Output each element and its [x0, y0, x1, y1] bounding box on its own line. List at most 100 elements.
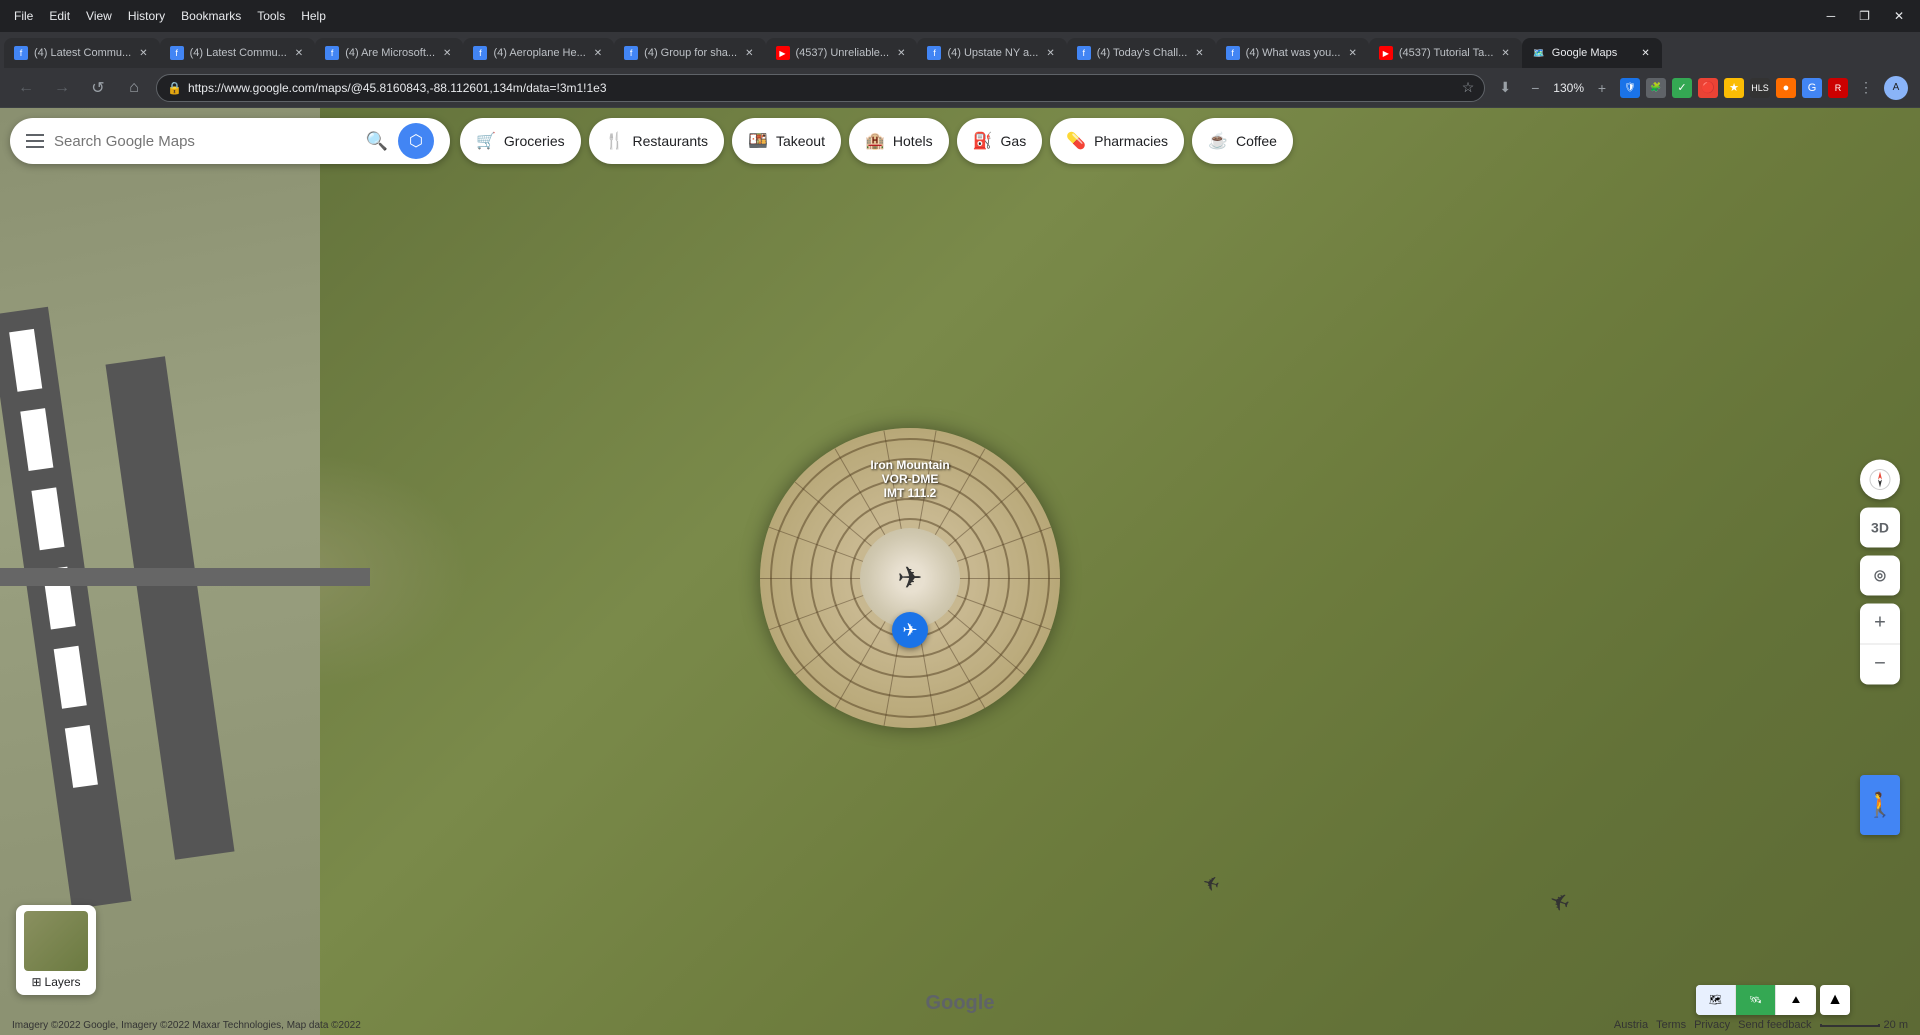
tab-8[interactable]: f (4) Today's Chall... ✕ — [1067, 38, 1216, 68]
tab-3[interactable]: f (4) Are Microsoft... ✕ — [315, 38, 463, 68]
coffee-icon: ☕ — [1208, 131, 1228, 151]
footer-privacy[interactable]: Privacy — [1694, 1019, 1730, 1031]
tab-close-9[interactable]: ✕ — [1346, 46, 1358, 61]
groceries-icon: 🛒 — [476, 131, 496, 151]
search-icon[interactable]: 🔍 — [366, 131, 388, 152]
extension-2[interactable]: 🔴 — [1698, 78, 1718, 98]
menu-bookmarks[interactable]: Bookmarks — [175, 7, 247, 25]
tab-7[interactable]: f (4) Upstate NY a... ✕ — [917, 38, 1066, 68]
layers-text: Layers — [45, 975, 81, 989]
tab-10[interactable]: ▶ (4537) Tutorial Ta... ✕ — [1369, 38, 1522, 68]
tab-close-8[interactable]: ✕ — [1193, 46, 1205, 61]
tab-title-8: (4) Today's Chall... — [1097, 47, 1188, 59]
chip-coffee[interactable]: ☕ Coffee — [1192, 118, 1293, 164]
tab-close-6[interactable]: ✕ — [895, 46, 907, 61]
download-icon[interactable]: ⬇ — [1493, 76, 1517, 100]
extension-4[interactable]: ● — [1776, 78, 1796, 98]
zoom-minus-icon[interactable]: − — [1523, 76, 1547, 100]
menu-help[interactable]: Help — [295, 7, 332, 25]
layers-button[interactable]: ⊞ Layers — [16, 905, 96, 995]
tab-close-4[interactable]: ✕ — [592, 46, 604, 61]
menu-tools[interactable]: Tools — [251, 7, 291, 25]
tab-2[interactable]: f (4) Latest Commu... ✕ — [160, 38, 316, 68]
title-bar: File Edit View History Bookmarks Tools H… — [0, 0, 1920, 32]
maximize-button[interactable]: ❐ — [1851, 7, 1878, 25]
zoom-out-button[interactable]: − — [1860, 644, 1900, 684]
minimize-button[interactable]: ─ — [1819, 7, 1844, 25]
tab-close-7[interactable]: ✕ — [1044, 46, 1056, 61]
more-options-icon[interactable]: ⋮ — [1854, 76, 1878, 100]
tab-11-maps[interactable]: 🗺️ Google Maps ✕ — [1522, 38, 1662, 68]
map-expand-button[interactable]: ▲ — [1820, 985, 1850, 1015]
tab-close-1[interactable]: ✕ — [137, 46, 149, 61]
menu-view[interactable]: View — [80, 7, 118, 25]
directions-button[interactable]: ⬡ — [398, 123, 434, 159]
search-input[interactable] — [54, 133, 356, 150]
reload-button[interactable]: ↺ — [84, 74, 112, 102]
map-type-terrain[interactable]: ⛰ — [1776, 985, 1816, 1015]
bookmark-icon[interactable]: ☆ — [1462, 79, 1475, 96]
zoom-in-button[interactable]: + — [1860, 603, 1900, 643]
extension-1[interactable]: ✓ — [1672, 78, 1692, 98]
runway-marking-2 — [20, 408, 53, 471]
compass-button[interactable] — [1860, 459, 1900, 499]
tab-close-3[interactable]: ✕ — [441, 46, 453, 61]
chip-takeout[interactable]: 🍱 Takeout — [732, 118, 841, 164]
vor-pin[interactable]: ✈ — [892, 612, 928, 648]
tab-close-5[interactable]: ✕ — [743, 46, 755, 61]
tab-favicon-2: f — [170, 46, 184, 60]
tab-title-7: (4) Upstate NY a... — [947, 47, 1038, 59]
chip-coffee-label: Coffee — [1236, 133, 1277, 149]
extension-3[interactable]: ★ — [1724, 78, 1744, 98]
tab-close-11[interactable]: ✕ — [1639, 46, 1651, 61]
layers-card[interactable]: ⊞ Layers — [16, 905, 96, 995]
tab-favicon-1: f — [14, 46, 28, 60]
footer-feedback[interactable]: Send feedback — [1738, 1019, 1811, 1031]
map-view[interactable]: ✈ Iron Mountain VOR-DME IMT 111.2 ✈ ✈ ✈ — [0, 108, 1920, 1035]
url-bar[interactable]: 🔒 https://www.google.com/maps/@45.816084… — [156, 74, 1485, 102]
street-view-control[interactable]: 🚶 — [1860, 775, 1900, 835]
map-type-satellite[interactable]: 🛰 — [1736, 985, 1776, 1015]
home-button[interactable]: ⌂ — [120, 74, 148, 102]
tab-4[interactable]: f (4) Aeroplane He... ✕ — [463, 38, 614, 68]
google-logo: Google — [926, 992, 995, 1015]
hamburger-menu[interactable] — [26, 134, 44, 148]
extension-shield[interactable]: 🛡 — [1620, 78, 1640, 98]
extension-hls[interactable]: HLS — [1750, 78, 1770, 98]
menu-file[interactable]: File — [8, 7, 39, 25]
extension-puzzle[interactable]: 🧩 — [1646, 78, 1666, 98]
chip-groceries[interactable]: 🛒 Groceries — [460, 118, 581, 164]
chip-hotels[interactable]: 🏨 Hotels — [849, 118, 949, 164]
tab-close-10[interactable]: ✕ — [1499, 46, 1511, 61]
tab-1[interactable]: f (4) Latest Commu... ✕ — [4, 38, 160, 68]
footer-terms[interactable]: Terms — [1656, 1019, 1686, 1031]
chip-gas[interactable]: ⛽ Gas — [957, 118, 1043, 164]
search-box[interactable]: 🔍 ⬡ — [10, 118, 450, 164]
chip-restaurants[interactable]: 🍴 Restaurants — [589, 118, 724, 164]
3d-button[interactable]: 3D — [1860, 507, 1900, 547]
extension-red[interactable]: R — [1828, 78, 1848, 98]
tab-favicon-4: f — [473, 46, 487, 60]
menu-history[interactable]: History — [122, 7, 171, 25]
profile-avatar[interactable]: A — [1884, 76, 1908, 100]
street-view-icon[interactable]: 🚶 — [1860, 775, 1900, 835]
my-location-button[interactable]: ◎ — [1860, 555, 1900, 595]
zoom-plus-icon[interactable]: + — [1590, 76, 1614, 100]
forward-button[interactable]: → — [48, 74, 76, 102]
extension-5[interactable]: G — [1802, 78, 1822, 98]
tab-5[interactable]: f (4) Group for sha... ✕ — [614, 38, 765, 68]
menu-edit[interactable]: Edit — [43, 7, 76, 25]
chip-pharmacies[interactable]: 💊 Pharmacies — [1050, 118, 1184, 164]
vor-airplane-symbol: ✈ — [897, 561, 922, 596]
tab-6[interactable]: ▶ (4537) Unreliable... ✕ — [766, 38, 918, 68]
footer-region[interactable]: Austria — [1614, 1019, 1648, 1031]
back-button[interactable]: ← — [12, 74, 40, 102]
address-bar: ← → ↺ ⌂ 🔒 https://www.google.com/maps/@4… — [0, 68, 1920, 108]
category-chips: 🛒 Groceries 🍴 Restaurants 🍱 Takeout 🏨 Ho… — [460, 118, 1293, 164]
scale-bar: 20 m — [1820, 1019, 1908, 1031]
takeout-icon: 🍱 — [748, 131, 768, 151]
close-button[interactable]: ✕ — [1886, 7, 1912, 25]
tab-9[interactable]: f (4) What was you... ✕ — [1216, 38, 1369, 68]
tab-close-2[interactable]: ✕ — [293, 46, 305, 61]
map-type-default[interactable]: 🗺 — [1696, 985, 1736, 1015]
